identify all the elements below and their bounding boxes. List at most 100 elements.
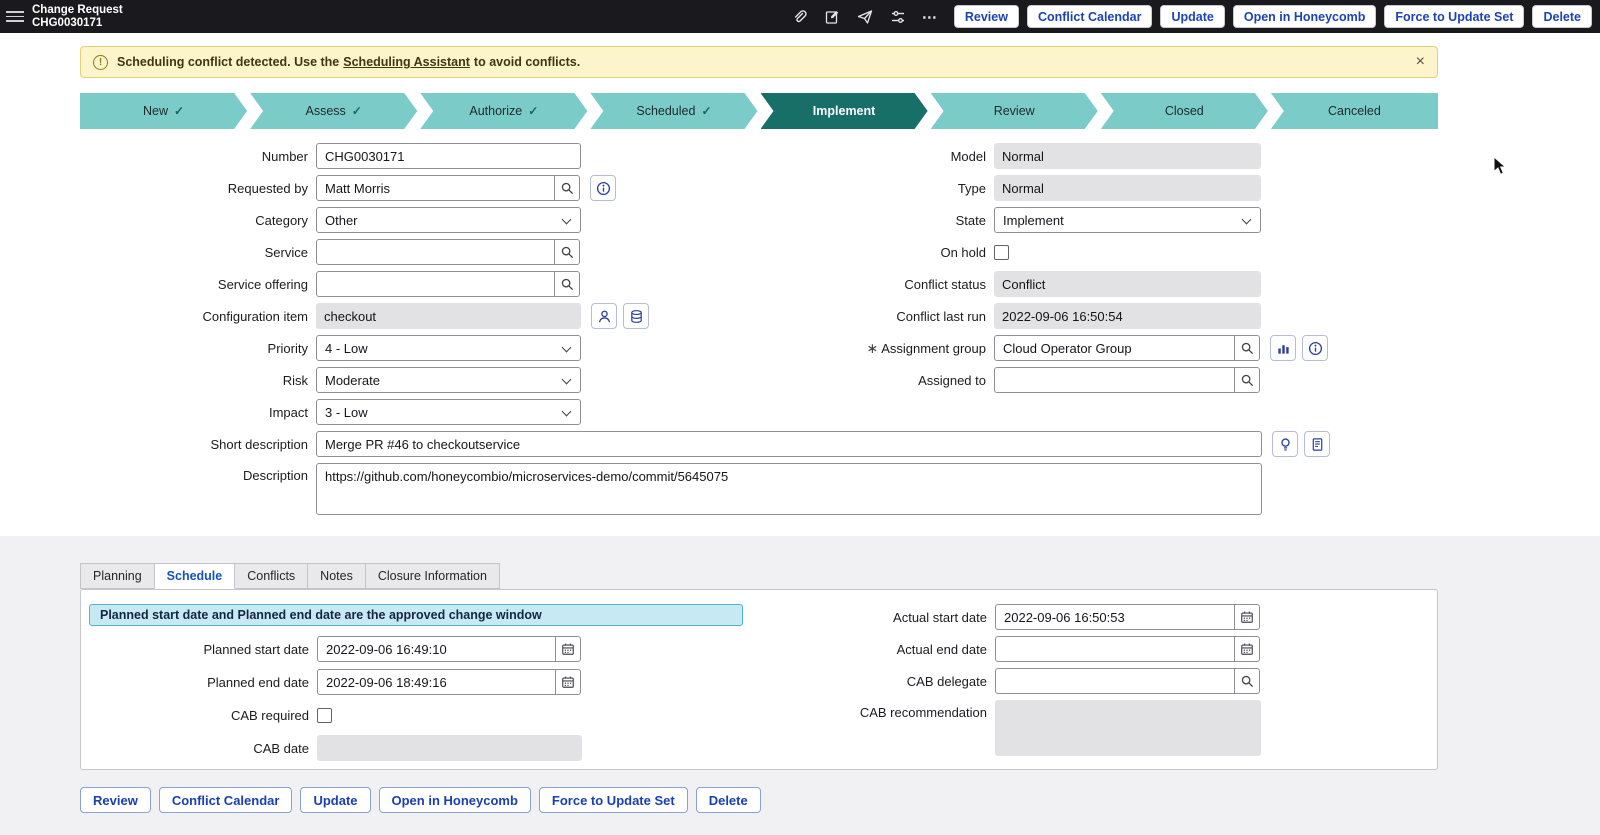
follow-icon[interactable] (856, 8, 874, 26)
actual-end-date-calendar-button[interactable] (1234, 636, 1260, 662)
close-icon[interactable]: × (1416, 54, 1425, 70)
assignment-group-lookup-button[interactable] (1234, 335, 1260, 361)
flow-step-review[interactable]: Review (931, 93, 1098, 129)
delete-button[interactable]: Delete (1532, 5, 1592, 28)
conflict-calendar-button[interactable]: Conflict Calendar (1027, 5, 1153, 28)
configuration-item-value: checkout (316, 303, 581, 329)
review-button-footer[interactable]: Review (80, 787, 151, 813)
actual-start-date-label: Actual start date (759, 610, 987, 625)
record-title: Change Request CHG0030171 (32, 4, 123, 30)
actual-start-date-calendar-button[interactable] (1234, 604, 1260, 630)
context-menu-icon[interactable] (6, 8, 24, 26)
tab-conflicts[interactable]: Conflicts (234, 563, 308, 589)
category-select[interactable]: Other (316, 207, 581, 233)
actual-start-date-input[interactable] (995, 604, 1235, 630)
assignment-group-info-button[interactable] (1302, 335, 1328, 361)
requested-by-info-button[interactable] (590, 175, 616, 201)
scheduling-assistant-link[interactable]: Scheduling Assistant (343, 55, 470, 69)
assigned-to-lookup-button[interactable] (1234, 367, 1260, 393)
user-icon (597, 309, 612, 324)
tab-schedule[interactable]: Schedule (154, 563, 236, 589)
tab-closure-information[interactable]: Closure Information (365, 563, 500, 589)
number-label: Number (80, 149, 308, 164)
flow-step-canceled[interactable]: Canceled (1271, 93, 1438, 129)
cab-required-checkbox[interactable] (317, 708, 332, 723)
review-button[interactable]: Review (954, 5, 1019, 28)
open-in-honeycomb-button[interactable]: Open in Honeycomb (1233, 5, 1377, 28)
conflict-calendar-button-footer[interactable]: Conflict Calendar (159, 787, 293, 813)
field-row-cab-delegate: CAB delegate (759, 668, 1261, 694)
field-row-actual-end-date: Actual end date (759, 636, 1261, 662)
flow-step-assess[interactable]: Assess✓ (250, 93, 417, 129)
state-select[interactable]: Implement (994, 207, 1261, 233)
short-description-knowledge-button[interactable] (1304, 431, 1330, 457)
planned-start-date-input[interactable] (317, 636, 556, 662)
short-description-input[interactable] (316, 431, 1262, 457)
assignment-group-chart-button[interactable] (1270, 335, 1296, 361)
planned-start-date-label: Planned start date (81, 642, 309, 657)
field-row-conflict-last-run: Conflict last run 2022-09-06 16:50:54 (758, 303, 1328, 329)
schedule-right-column: Actual start date Actual end date CAB de… (759, 604, 1261, 756)
force-to-update-set-button-footer[interactable]: Force to Update Set (539, 787, 688, 813)
actual-end-date-input[interactable] (995, 636, 1235, 662)
planned-end-date-input[interactable] (317, 669, 556, 695)
service-input[interactable] (316, 239, 555, 265)
conflict-last-run-label: Conflict last run (758, 309, 986, 324)
flow-step-label: Closed (1165, 104, 1204, 118)
priority-select[interactable]: 4 - Low (316, 335, 581, 361)
personalize-form-icon[interactable] (889, 8, 907, 26)
planned-end-date-calendar-button[interactable] (555, 669, 581, 695)
cab-delegate-lookup-button[interactable] (1234, 668, 1260, 694)
short-description-suggestion-button[interactable] (1272, 431, 1298, 457)
form-wide-rows: Short description Description https://gi… (80, 431, 1330, 515)
configuration-item-label: Configuration item (80, 309, 308, 324)
flow-step-closed[interactable]: Closed (1101, 93, 1268, 129)
form-right-column: Model Normal Type Normal State Implement… (758, 143, 1328, 393)
risk-select[interactable]: Moderate (316, 367, 581, 393)
update-button-footer[interactable]: Update (300, 787, 370, 813)
cab-delegate-input[interactable] (995, 668, 1235, 694)
assignment-group-input[interactable] (994, 335, 1235, 361)
attachment-icon[interactable] (790, 8, 808, 26)
delete-button-footer[interactable]: Delete (696, 787, 761, 813)
service-offering-input[interactable] (316, 271, 555, 297)
configuration-item-cmdb-button[interactable] (623, 303, 649, 329)
requested-by-lookup-button[interactable] (554, 175, 580, 201)
assigned-to-input[interactable] (994, 367, 1235, 393)
flow-step-scheduled[interactable]: Scheduled✓ (590, 93, 757, 129)
chevron-down-icon (562, 375, 572, 385)
search-icon (1240, 373, 1254, 387)
force-to-update-set-button[interactable]: Force to Update Set (1384, 5, 1524, 28)
flow-step-implement[interactable]: Implement (761, 93, 928, 129)
short-description-label: Short description (80, 437, 308, 452)
more-options-icon[interactable]: ⋯ (922, 8, 938, 26)
field-row-service: Service (80, 239, 649, 265)
on-hold-checkbox[interactable] (994, 245, 1009, 260)
record-number-label: CHG0030171 (32, 17, 123, 30)
cab-recommendation-value (995, 700, 1261, 756)
flow-step-authorize[interactable]: Authorize✓ (420, 93, 587, 129)
assigned-to-label: Assigned to (758, 373, 986, 388)
field-row-cab-required: CAB required (81, 702, 582, 728)
open-in-honeycomb-button-footer[interactable]: Open in Honeycomb (379, 787, 531, 813)
flow-step-new[interactable]: New✓ (80, 93, 247, 129)
planned-start-date-calendar-button[interactable] (555, 636, 581, 662)
requested-by-input[interactable] (316, 175, 555, 201)
service-lookup-button[interactable] (554, 239, 580, 265)
description-textarea[interactable]: https://github.com/honeycombio/microserv… (316, 463, 1262, 515)
field-row-category: Category Other (80, 207, 649, 233)
cab-required-label: CAB required (81, 708, 309, 723)
update-button[interactable]: Update (1160, 5, 1224, 28)
number-input[interactable] (316, 143, 581, 169)
record-type-label: Change Request (32, 4, 123, 17)
impact-select[interactable]: 3 - Low (316, 399, 581, 425)
chevron-down-icon (562, 343, 572, 353)
activity-compose-icon[interactable] (823, 8, 841, 26)
configuration-item-user-button[interactable] (591, 303, 617, 329)
field-row-on-hold: On hold (758, 239, 1328, 265)
service-offering-lookup-button[interactable] (554, 271, 580, 297)
search-icon (560, 277, 574, 291)
tab-planning[interactable]: Planning (80, 563, 155, 589)
tab-notes[interactable]: Notes (307, 563, 366, 589)
field-row-service-offering: Service offering (80, 271, 649, 297)
